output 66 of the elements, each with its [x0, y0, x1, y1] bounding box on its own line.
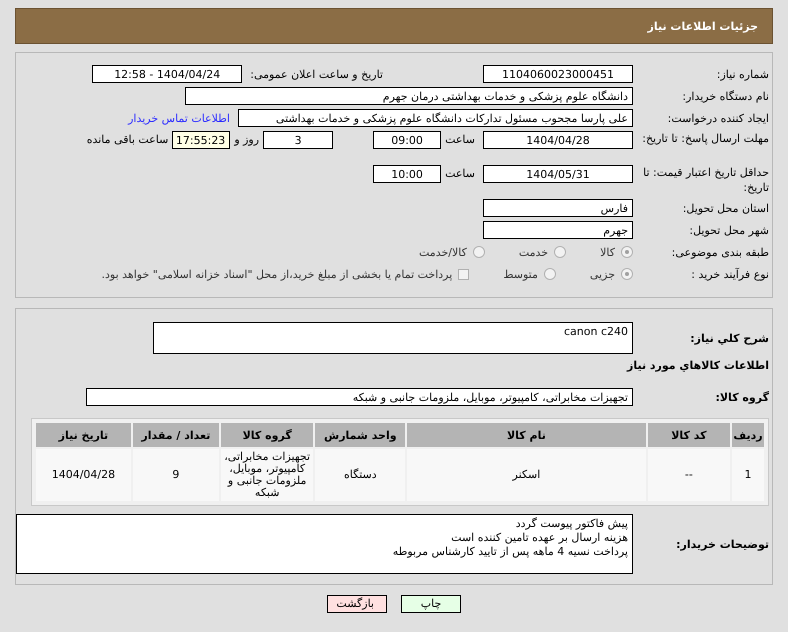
radio-label: خدمت [518, 246, 548, 258]
days-label: روز و [234, 132, 260, 148]
buyer-notes-textarea[interactable]: پیش فاکتور پیوست گردد هزینه ارسال بر عهده تامین کننده است پرداخت نسیه 4 ماهه پس از تایید کارشناس مربوطه [16, 514, 633, 574]
field-label: نام دستگاه خریدار: [681, 90, 769, 102]
goods-group-field: تجهیزات مخابراتی، کامپیوتر، موبایل، ملزومات جانبی و شبکه [86, 388, 633, 406]
table-cell: تجهیزات مخابراتی، کامپیوتر، موبایل، ملزومات جانبی و شبکه [220, 449, 314, 501]
table-cell: اسکنر [407, 449, 646, 501]
field-label: مهلت ارسال پاسخ: تا تاریخ: [641, 131, 769, 146]
column-header: گروه کالا [220, 423, 314, 447]
column-header: کد کالا [648, 423, 730, 447]
note-line: هزینه ارسال بر عهده تامین کننده است [450, 531, 628, 545]
field-label: نوع فرآیند خرید : [690, 268, 769, 280]
field-label: حداقل تاریخ اعتبار قیمت: تا تاریخ: [642, 165, 769, 195]
time-label: ساعت [445, 132, 475, 148]
action-button[interactable]: چاپ [401, 595, 461, 613]
field-label: شرح کلي نیاز: [689, 332, 769, 344]
contact-link[interactable]: اطلاعات تماس خریدار [128, 112, 230, 124]
note-line: پیش فاکتور پیوست گردد [514, 517, 628, 531]
description-textarea[interactable]: canon c240 [153, 322, 633, 354]
requester-field: علی پارسا مجحوب مسئول تدارکات دانشگاه علوم پزشکی و خدمات بهداشتی [238, 109, 633, 127]
section-heading: اطلاعات کالاهاي مورد نیاز [626, 359, 769, 372]
field-label: تاریخ و ساعت اعلان عمومی: [249, 68, 384, 80]
validity-date-field: 1404/05/31 [483, 165, 633, 183]
table-cell: 9 [132, 449, 219, 501]
radio-button[interactable] [621, 246, 633, 258]
field-label: طبقه بندی موضوعی: [670, 246, 769, 258]
days-field: 3 [263, 131, 334, 149]
validity-time-field: 10:00 [373, 165, 442, 183]
need-number-field: 1104060023000451 [483, 65, 633, 83]
field-label: شماره نیاز: [716, 68, 769, 80]
deadline-date-field: 1404/04/28 [483, 131, 633, 149]
field-label: استان محل تحویل: [682, 202, 769, 214]
field-label: ایجاد کننده درخواست: [666, 112, 769, 124]
column-header: واحد شمارش [315, 423, 406, 447]
field-label: شهر محل تحویل: [688, 224, 769, 236]
field-label: توضیحات خریدار: [675, 538, 769, 550]
remaining-label: ساعت باقی مانده [86, 132, 168, 148]
table-cell: 1 [732, 449, 764, 501]
province-field: فارس [483, 199, 633, 217]
action-button[interactable]: بازگشت [327, 595, 387, 613]
radio-button[interactable] [554, 246, 566, 258]
radio-label: کالا/خدمت [419, 246, 467, 258]
column-header: نام کالا [407, 423, 646, 447]
radio-button[interactable] [472, 246, 485, 258]
remaining-time-field: 17:55:23 [172, 131, 230, 149]
time-label: ساعت [445, 166, 475, 182]
radio-label: متوسط [503, 268, 538, 280]
deadline-time-field: 09:00 [373, 131, 442, 149]
note-line: پرداخت نسیه 4 ماهه پس از تایید کارشناس مربوطه [392, 545, 628, 559]
radio-button[interactable] [621, 268, 633, 280]
radio-label: کالا [600, 246, 615, 258]
table-cell: -- [648, 449, 730, 501]
column-header: ردیف [732, 423, 764, 447]
radio-label: جزیی [590, 268, 615, 280]
buyer-org-field: دانشگاه علوم پزشکی و خدمات بهداشتی درمان جهرم [185, 87, 633, 105]
checkbox[interactable] [458, 268, 470, 280]
table-cell: دستگاه [315, 449, 406, 501]
column-header: تعداد / مقدار [132, 423, 219, 447]
announce-datetime-field: 1404/04/24 - 12:58 [92, 65, 242, 83]
field-label: گروه کالا: [714, 390, 769, 404]
checkbox-label: پرداخت تمام یا بخشی از مبلغ خرید،از محل "اسناد خزانه اسلامی" خواهد بود. [102, 268, 452, 280]
column-header: تاریخ نیاز [36, 423, 131, 447]
city-field: جهرم [483, 221, 633, 239]
table-cell: 1404/04/28 [36, 449, 131, 501]
radio-button[interactable] [544, 268, 556, 280]
header-title: جزئیات اطلاعات نیاز [648, 20, 758, 32]
